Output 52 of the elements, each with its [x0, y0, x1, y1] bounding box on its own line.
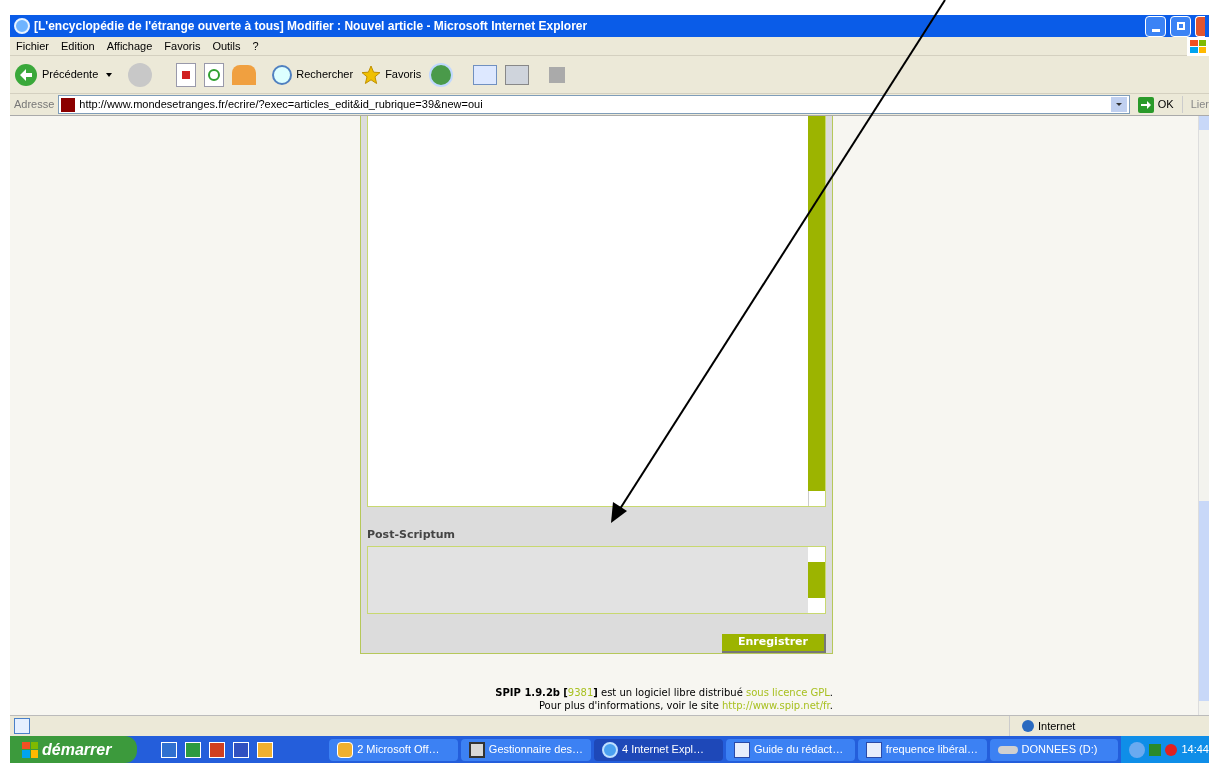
postscript-field[interactable] — [367, 545, 826, 614]
text-area[interactable] — [367, 116, 826, 507]
taskbar-button[interactable]: Guide du rédact… — [725, 738, 855, 761]
document-icon — [865, 741, 882, 758]
document-icon — [733, 741, 750, 758]
browser-icon — [14, 18, 30, 34]
address-label: Adresse — [14, 97, 55, 113]
stop-icon[interactable] — [176, 62, 197, 87]
windows-logo-icon — [1187, 36, 1209, 56]
menu-item[interactable]: Outils — [206, 37, 247, 55]
menu-item[interactable]: Fichier — [10, 37, 55, 55]
quick-launch-icon[interactable] — [232, 741, 249, 758]
menu-item[interactable]: Favoris — [158, 37, 207, 55]
taskbar-button[interactable]: 4 Internet Expl… — [594, 738, 723, 761]
toolbar-icon[interactable] — [549, 66, 566, 83]
dropdown-caret-icon — [106, 72, 113, 77]
quick-launch-icon[interactable] — [184, 741, 201, 758]
taskbar-button[interactable]: frequence libéral… — [857, 738, 987, 761]
quick-launch-icon[interactable] — [208, 741, 225, 758]
scrollbar[interactable] — [808, 546, 825, 613]
scrollbar[interactable] — [808, 116, 825, 506]
favorites-button[interactable]: Favoris — [361, 64, 422, 85]
restore-button[interactable] — [1170, 15, 1191, 37]
footer-text: Pour plus d'informations, voir le site http://www.spip.net/fr. — [538, 699, 833, 712]
close-button[interactable] — [1195, 15, 1205, 37]
menu-item[interactable]: Edition — [55, 37, 101, 55]
minimize-button[interactable] — [1145, 15, 1166, 37]
footer-text: SPIP 1.9.2b [9381] est un logiciel libre distribué sous licence GPL. — [495, 686, 833, 699]
refresh-icon[interactable] — [204, 62, 225, 87]
quick-launch-icon[interactable] — [160, 741, 177, 758]
zone-label: Internet — [1038, 718, 1076, 734]
alert-icon[interactable] — [1165, 743, 1178, 756]
site-icon — [61, 97, 76, 112]
address-field[interactable]: http://www.mondesetranges.fr/ecrire/?exec=articles_edit&id_rubrique=39&new=oui — [58, 95, 1130, 114]
taskbar-button[interactable]: Gestionnaire des… — [461, 738, 591, 761]
window-title: [L'encyclopédie de l'étrange ouverte à tous] Modifier : Nouvel article - Microsoft Internet Explorer — [34, 18, 589, 35]
back-button[interactable]: Précédente — [14, 62, 99, 87]
search-button[interactable]: Rechercher — [272, 64, 354, 85]
clock: 14:44 — [1181, 742, 1209, 758]
start-button[interactable]: démarrer — [10, 736, 137, 763]
go-button[interactable]: OK — [1133, 96, 1178, 113]
taskbar-button[interactable]: 2 Microsoft Off… — [329, 738, 458, 761]
page-icon — [14, 718, 30, 734]
quick-launch-icon[interactable] — [256, 741, 273, 758]
windows-logo-icon — [22, 741, 38, 758]
taskbar-button[interactable]: DONNEES (D:) — [989, 738, 1119, 761]
postscript-label: Post-Scriptum — [367, 527, 457, 543]
star-icon — [361, 64, 382, 85]
page-scrollbar[interactable] — [1198, 116, 1209, 715]
dropdown-icon[interactable] — [1110, 97, 1127, 112]
menu-item[interactable]: ? — [246, 37, 265, 55]
menu-item[interactable]: Affichage — [100, 37, 159, 55]
